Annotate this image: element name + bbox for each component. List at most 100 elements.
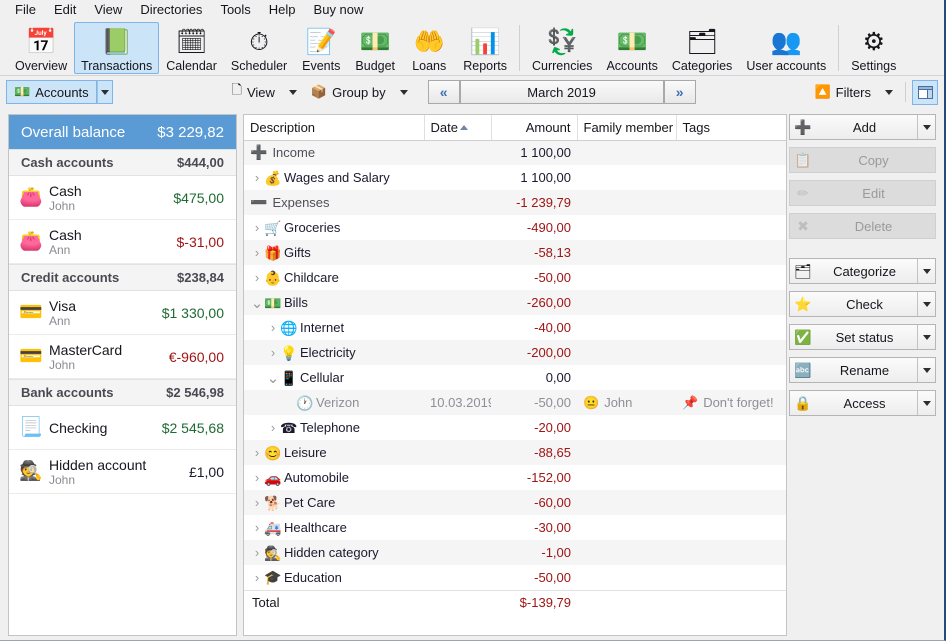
cell-amount[interactable]: -1,00 bbox=[491, 540, 577, 565]
cell-amount[interactable]: 1 100,00 bbox=[491, 140, 577, 165]
cell-tags[interactable] bbox=[676, 340, 786, 365]
next-period-button[interactable]: » bbox=[663, 80, 696, 104]
accounts-filter-dropdown[interactable] bbox=[96, 80, 113, 104]
action-dropdown-set-status[interactable] bbox=[917, 325, 935, 349]
cell-tags[interactable]: 📌 Don't forget! bbox=[676, 390, 786, 415]
table-row[interactable]: › 🐕 Pet Care -60,00 bbox=[244, 490, 786, 515]
cell-date[interactable] bbox=[424, 415, 491, 440]
expand-arrow-icon[interactable]: › bbox=[250, 470, 264, 485]
menu-item-view[interactable]: View bbox=[85, 0, 131, 20]
cell-description[interactable]: › 🌐 Internet bbox=[244, 315, 424, 340]
cell-amount[interactable]: -200,00 bbox=[491, 340, 577, 365]
table-row[interactable]: › 🌐 Internet -40,00 bbox=[244, 315, 786, 340]
expand-arrow-icon[interactable]: › bbox=[250, 445, 264, 460]
cell-date[interactable] bbox=[424, 265, 491, 290]
cell-date[interactable] bbox=[424, 440, 491, 465]
toggle-panel-button[interactable] bbox=[912, 79, 939, 105]
action-button-set-status[interactable]: ✅ Set status bbox=[789, 324, 936, 350]
toolbar-button-settings[interactable]: ⚙ Settings bbox=[844, 22, 903, 74]
cell-tags[interactable] bbox=[676, 165, 786, 190]
column-header-amount[interactable]: Amount bbox=[491, 115, 578, 141]
cell-family-member[interactable] bbox=[577, 515, 676, 540]
cell-description[interactable]: › ☎ Telephone bbox=[244, 415, 424, 440]
groupby-chevron-down-icon[interactable] bbox=[399, 89, 408, 95]
table-row[interactable]: ➕ Income 1 100,00 bbox=[244, 140, 786, 165]
cell-amount[interactable]: -152,00 bbox=[491, 465, 577, 490]
cell-family-member[interactable] bbox=[577, 365, 676, 390]
cell-amount[interactable]: -20,00 bbox=[491, 415, 577, 440]
toolbar-button-calendar[interactable]: 🗓 Calendar bbox=[159, 22, 224, 74]
cell-description[interactable]: › 🚑 Healthcare bbox=[244, 515, 424, 540]
toolbar-button-events[interactable]: 📝 Events bbox=[294, 22, 348, 74]
collapse-arrow-icon[interactable]: ⌄ bbox=[266, 369, 280, 387]
cell-tags[interactable] bbox=[676, 140, 786, 165]
cell-amount[interactable]: -40,00 bbox=[491, 315, 577, 340]
toolbar-button-scheduler[interactable]: ⏱ Scheduler bbox=[224, 22, 294, 74]
account-row[interactable]: 🕵 Hidden account John £1,00 bbox=[9, 450, 236, 494]
cell-amount[interactable]: -50,00 bbox=[491, 390, 577, 415]
cell-amount[interactable]: -60,00 bbox=[491, 490, 577, 515]
account-group-bank-accounts[interactable]: Bank accounts $2 546,98 bbox=[9, 379, 236, 406]
table-row[interactable]: › 🚑 Healthcare -30,00 bbox=[244, 515, 786, 540]
expand-arrow-icon[interactable]: › bbox=[250, 220, 264, 235]
column-header-description[interactable]: Description bbox=[244, 115, 425, 141]
table-row[interactable]: ➖ Expenses -1 239,79 bbox=[244, 190, 786, 215]
action-dropdown-categorize[interactable] bbox=[917, 259, 935, 283]
table-row[interactable]: › 💰 Wages and Salary 1 100,00 bbox=[244, 165, 786, 190]
table-row[interactable]: › 🚗 Automobile -152,00 bbox=[244, 465, 786, 490]
cell-amount[interactable]: -30,00 bbox=[491, 515, 577, 540]
cell-description[interactable]: ⌄ 💵 Bills bbox=[244, 290, 424, 315]
menu-item-buy-now[interactable]: Buy now bbox=[305, 0, 373, 20]
account-row[interactable]: 👛 Cash John $475,00 bbox=[9, 176, 236, 220]
cell-description[interactable]: ➕ Income bbox=[244, 140, 424, 165]
cell-date[interactable] bbox=[424, 165, 491, 190]
cell-amount[interactable]: -58,13 bbox=[491, 240, 577, 265]
cell-description[interactable]: › 🛒 Groceries bbox=[244, 215, 424, 240]
cell-amount[interactable]: 1 100,00 bbox=[491, 165, 577, 190]
cell-family-member[interactable] bbox=[577, 415, 676, 440]
cell-amount[interactable]: -50,00 bbox=[491, 565, 577, 590]
cell-family-member[interactable] bbox=[577, 315, 676, 340]
cell-family-member[interactable] bbox=[577, 290, 676, 315]
action-dropdown-check[interactable] bbox=[917, 292, 935, 316]
expand-arrow-icon[interactable]: › bbox=[250, 545, 264, 560]
cell-tags[interactable] bbox=[676, 215, 786, 240]
cell-amount[interactable]: -50,00 bbox=[491, 265, 577, 290]
cell-family-member[interactable] bbox=[577, 190, 676, 215]
cell-tags[interactable] bbox=[676, 440, 786, 465]
cell-tags[interactable] bbox=[676, 190, 786, 215]
cell-tags[interactable] bbox=[676, 540, 786, 565]
toolbar-button-user-accounts[interactable]: 👥 User accounts bbox=[739, 22, 833, 74]
groupby-button[interactable]: 📦 Group by bbox=[303, 80, 394, 104]
expand-arrow-icon[interactable]: › bbox=[250, 570, 264, 585]
expand-arrow-icon[interactable]: › bbox=[250, 520, 264, 535]
cell-date[interactable] bbox=[424, 340, 491, 365]
cell-date[interactable] bbox=[424, 490, 491, 515]
cell-amount[interactable]: -88,65 bbox=[491, 440, 577, 465]
cell-date[interactable] bbox=[424, 365, 491, 390]
cell-description[interactable]: ➖ Expenses bbox=[244, 190, 424, 215]
cell-tags[interactable] bbox=[676, 265, 786, 290]
cell-date[interactable] bbox=[424, 540, 491, 565]
toolbar-button-reports[interactable]: 📊 Reports bbox=[456, 22, 514, 74]
cell-family-member[interactable]: 😐 John bbox=[577, 390, 676, 415]
cell-tags[interactable] bbox=[676, 490, 786, 515]
table-row[interactable]: › ☎ Telephone -20,00 bbox=[244, 415, 786, 440]
menu-item-directories[interactable]: Directories bbox=[131, 0, 211, 20]
toolbar-button-accounts[interactable]: 💵 Accounts bbox=[599, 22, 664, 74]
account-row[interactable]: 👛 Cash Ann $-31,00 bbox=[9, 220, 236, 264]
cell-description[interactable]: ⌄ 📱 Cellular bbox=[244, 365, 424, 390]
accounts-filter-button[interactable]: 💵 Accounts bbox=[6, 80, 97, 104]
expand-arrow-icon[interactable]: › bbox=[266, 345, 280, 360]
action-dropdown-rename[interactable] bbox=[917, 358, 935, 382]
cell-description[interactable]: › 🕵 Hidden category bbox=[244, 540, 424, 565]
account-group-cash-accounts[interactable]: Cash accounts $444,00 bbox=[9, 149, 236, 176]
table-row[interactable]: › 😊 Leisure -88,65 bbox=[244, 440, 786, 465]
cell-date[interactable]: 10.03.2019 bbox=[424, 390, 491, 415]
cell-description[interactable]: 🕐 Verizon bbox=[244, 390, 424, 415]
cell-amount[interactable]: -260,00 bbox=[491, 290, 577, 315]
action-button-access[interactable]: 🔒 Access bbox=[789, 390, 936, 416]
cell-tags[interactable] bbox=[676, 465, 786, 490]
menu-item-edit[interactable]: Edit bbox=[45, 0, 85, 20]
expand-arrow-icon[interactable]: › bbox=[250, 245, 264, 260]
